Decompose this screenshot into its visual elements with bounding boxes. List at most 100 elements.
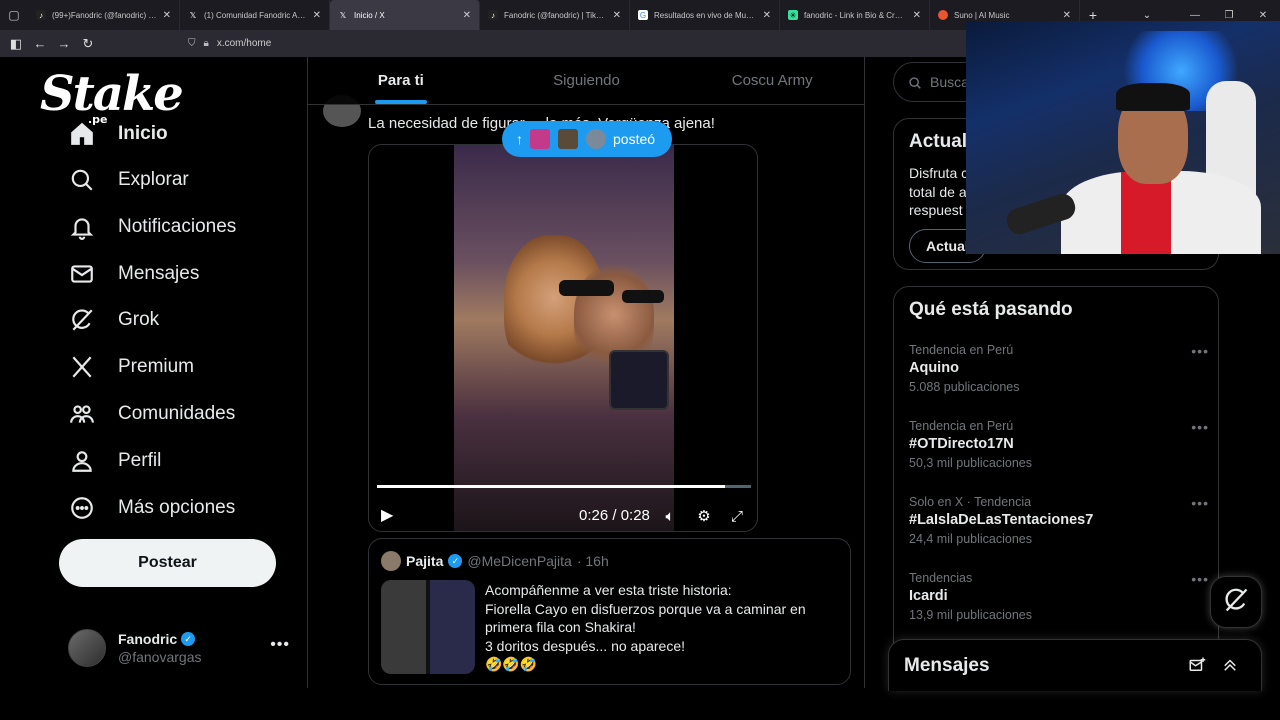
trend-item[interactable]: Solo en X · Tendencia #LaIslaDeLasTentac… bbox=[909, 495, 1209, 546]
trend-count: 13,9 mil publicaciones bbox=[909, 608, 1032, 622]
tab-list-icon[interactable]: ⌄ bbox=[1134, 10, 1160, 21]
quoted-post[interactable]: Pajita ✓ @MeDicenPajita · 16h Acompáñenm… bbox=[368, 538, 851, 685]
home-icon bbox=[68, 120, 96, 148]
settings-gear-icon[interactable]: ⚙ bbox=[693, 505, 715, 527]
trend-count: 5.088 publicaciones bbox=[909, 380, 1020, 394]
close-icon[interactable]: ✕ bbox=[913, 10, 921, 21]
tiktok-icon: ♪ bbox=[36, 10, 46, 20]
post-button[interactable]: Postear bbox=[59, 539, 276, 587]
tab-title: fanodric - Link in Bio & Creator bbox=[804, 10, 907, 20]
quote-line: 3 doritos después... no aparece! bbox=[485, 637, 686, 654]
linktree-icon: ✳ bbox=[788, 10, 798, 20]
browser-tab[interactable]: ♪ Fanodric (@fanodric) | TikTok ✕ bbox=[480, 0, 630, 30]
video-player[interactable]: ▶ 0:26 / 0:28 🔈︎ ⚙ ⤢ bbox=[368, 144, 758, 532]
tab-for-you[interactable]: Para ti bbox=[308, 57, 494, 104]
address-bar[interactable]: ⛉ 🔒︎ x.com/home bbox=[188, 38, 271, 49]
close-icon[interactable]: ✕ bbox=[613, 10, 621, 21]
tab-title: (1) Comunidad Fanodric Army / X bbox=[204, 10, 307, 20]
x-icon: 𝕏 bbox=[189, 10, 197, 20]
url-text[interactable]: x.com/home bbox=[217, 38, 271, 49]
nav-item-profile[interactable]: Perfil bbox=[68, 443, 161, 479]
back-icon[interactable]: ← bbox=[28, 32, 52, 56]
account-switcher[interactable]: Fanodric ✓ @fanovargas ••• bbox=[68, 626, 290, 670]
tab-following[interactable]: Siguiendo bbox=[494, 57, 680, 104]
trend-item[interactable]: Tendencia en Perú Aquino 5.088 publicaci… bbox=[909, 343, 1209, 394]
browser-tab[interactable]: ✳ fanodric - Link in Bio & Creator ✕ bbox=[780, 0, 930, 30]
trend-name: Icardi bbox=[909, 588, 948, 604]
more-options-icon[interactable]: ••• bbox=[1191, 571, 1209, 587]
tab-overview-icon[interactable]: ▢ bbox=[0, 0, 28, 30]
more-options-icon[interactable]: ••• bbox=[1191, 343, 1209, 359]
new-posts-pill[interactable]: ↑ posteó bbox=[502, 121, 672, 157]
poster-avatar bbox=[585, 128, 607, 150]
forward-icon[interactable]: → bbox=[52, 32, 76, 56]
poster-avatar bbox=[529, 128, 551, 150]
grok-floating-button[interactable] bbox=[1210, 576, 1262, 628]
trend-item[interactable]: Tendencias Icardi 13,9 mil publicaciones… bbox=[909, 571, 1209, 622]
video-progress-bar[interactable] bbox=[377, 485, 751, 488]
nav-item-communities[interactable]: Comunidades bbox=[68, 396, 235, 432]
fullscreen-icon[interactable]: ⤢ bbox=[726, 505, 748, 527]
video-frame bbox=[454, 145, 674, 531]
expand-up-icon[interactable] bbox=[1219, 654, 1241, 676]
video-time: 0:26 / 0:28 bbox=[579, 507, 650, 524]
volume-icon[interactable]: 🔈︎ bbox=[659, 505, 681, 527]
nav-label: Más opciones bbox=[118, 497, 236, 518]
trend-context: Tendencias bbox=[909, 571, 973, 585]
tab-title: Resultados en vivo de Mundial bbox=[654, 10, 757, 20]
trend-context: Tendencia en Perú bbox=[909, 343, 1014, 357]
quote-line: Fiorella Cayo en disfuerzos porque va a … bbox=[485, 600, 806, 617]
nav-item-messages[interactable]: Mensajes bbox=[68, 256, 199, 292]
nav-item-more[interactable]: Más opciones bbox=[68, 490, 235, 526]
reload-icon[interactable]: ↻ bbox=[76, 32, 100, 56]
new-message-icon[interactable] bbox=[1186, 654, 1208, 676]
nav-item-explore[interactable]: Explorar bbox=[68, 162, 189, 198]
tab-title: Suno | AI Music bbox=[954, 10, 1010, 20]
sidebar-toggle-icon[interactable]: ◧ bbox=[4, 32, 28, 56]
close-icon[interactable]: ✕ bbox=[763, 10, 771, 21]
shield-icon[interactable]: ⛉ bbox=[188, 38, 196, 49]
arrow-up-icon: ↑ bbox=[516, 131, 523, 147]
person-icon bbox=[68, 447, 96, 475]
play-icon[interactable]: ▶ bbox=[381, 505, 401, 525]
community-icon bbox=[68, 400, 96, 428]
close-icon[interactable]: ✕ bbox=[463, 10, 471, 21]
messages-drawer[interactable]: Mensajes bbox=[888, 639, 1262, 691]
nav-item-premium[interactable]: Premium bbox=[68, 349, 194, 385]
nav-item-grok[interactable]: Grok bbox=[68, 302, 159, 338]
quote-line: primera fila con Shakira! bbox=[485, 619, 636, 635]
x-icon bbox=[68, 353, 96, 381]
more-options-icon[interactable]: ••• bbox=[1191, 495, 1209, 511]
stake-logo: Stake .pe bbox=[40, 70, 184, 125]
trend-name: Aquino bbox=[909, 360, 959, 376]
close-icon[interactable]: ✕ bbox=[313, 10, 321, 21]
browser-tab-active[interactable]: 𝕏 Inicio / X ✕ bbox=[330, 0, 480, 30]
trends-card: Qué está pasando Tendencia en Perú Aquin… bbox=[893, 286, 1219, 686]
browser-tab[interactable]: 𝕏 (1) Comunidad Fanodric Army / X ✕ bbox=[180, 0, 330, 30]
webcam-person-hair bbox=[1116, 83, 1190, 111]
close-icon[interactable]: ✕ bbox=[1063, 10, 1071, 21]
logo-text: Stake bbox=[40, 66, 184, 122]
profile-handle: @fanovargas bbox=[118, 649, 202, 665]
nav-label: Comunidades bbox=[118, 403, 236, 424]
nav-label: Grok bbox=[118, 309, 160, 330]
nav-item-notifications[interactable]: Notificaciones bbox=[68, 209, 236, 245]
messages-drawer-title: Mensajes bbox=[904, 654, 990, 676]
quote-media-thumbnail[interactable] bbox=[381, 580, 475, 674]
video-detail bbox=[559, 280, 614, 296]
tab-community[interactable]: Coscu Army bbox=[679, 57, 864, 104]
trend-count: 50,3 mil publicaciones bbox=[909, 456, 1032, 470]
more-options-icon[interactable]: ••• bbox=[1191, 419, 1209, 435]
google-icon: G bbox=[638, 10, 648, 20]
bell-icon bbox=[68, 213, 96, 241]
browser-tab[interactable]: G Resultados en vivo de Mundial ✕ bbox=[630, 0, 780, 30]
close-icon[interactable]: ✕ bbox=[163, 10, 171, 21]
nav-item-home[interactable]: Inicio bbox=[68, 116, 168, 152]
tab-title: (99+)Fanodric (@fanodric) | TikTok bbox=[52, 10, 157, 20]
video-detail bbox=[622, 290, 664, 303]
avatar bbox=[68, 629, 106, 667]
more-options-icon[interactable]: ••• bbox=[270, 636, 290, 654]
quote-time: · 16h bbox=[576, 553, 609, 569]
browser-tab[interactable]: ♪ (99+)Fanodric (@fanodric) | TikTok ✕ bbox=[28, 0, 180, 30]
trend-item[interactable]: Tendencia en Perú #OTDirecto17N 50,3 mil… bbox=[909, 419, 1209, 470]
